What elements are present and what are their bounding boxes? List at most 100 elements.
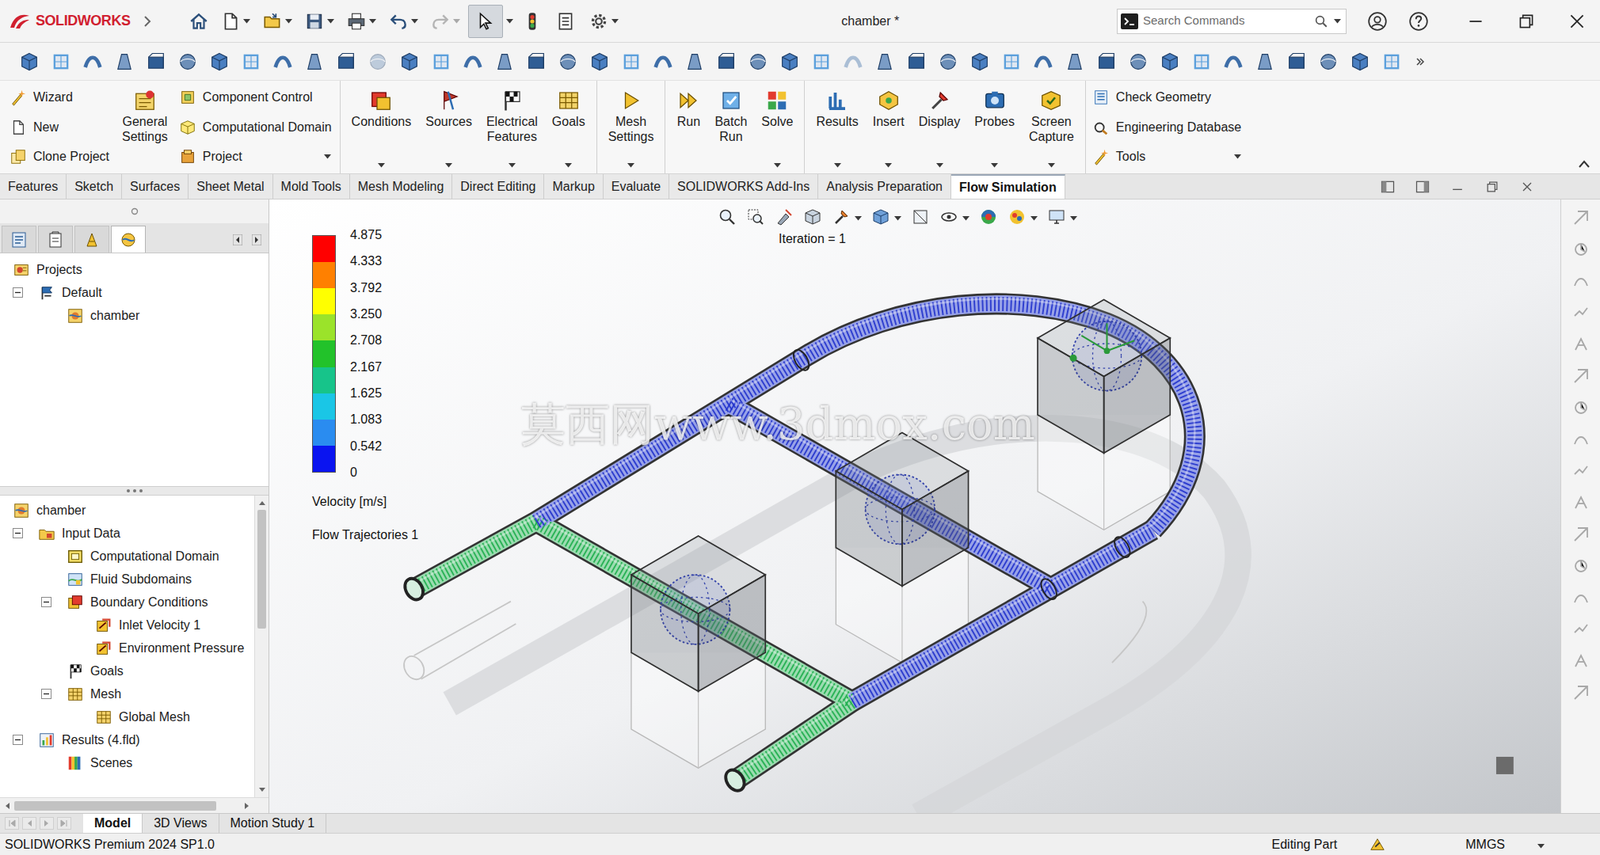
toolbar-tool-icon[interactable] <box>1379 49 1404 74</box>
task-pane-tool-icon[interactable] <box>1570 619 1592 640</box>
dropdown-arrow-icon[interactable] <box>833 162 842 169</box>
ribbon-button-label[interactable]: Run <box>677 114 701 130</box>
manager-tab[interactable] <box>1 225 37 253</box>
ribbon-command-icon[interactable] <box>556 88 581 113</box>
tree-item[interactable]: Mesh <box>0 682 255 706</box>
tree-item[interactable]: Computational Domain <box>0 544 255 568</box>
ribbon-button-label[interactable]: Screen Capture <box>1028 114 1075 145</box>
ribbon-button[interactable]: Probes <box>969 83 1020 171</box>
command-tab-label[interactable]: Sketch <box>74 177 114 197</box>
tree-item-label[interactable]: Computational Domain <box>90 547 220 567</box>
dropdown-arrow-icon[interactable] <box>884 162 893 169</box>
ribbon-command-icon[interactable] <box>133 88 157 113</box>
collapse-box-icon[interactable] <box>41 689 52 700</box>
ribbon-button[interactable]: Run <box>671 83 705 171</box>
dropdown-arrow-icon[interactable] <box>327 18 336 25</box>
feature-manager-icon[interactable] <box>9 230 29 250</box>
quick-access-button[interactable] <box>342 5 381 38</box>
graphics-area[interactable]: Iteration = 1莫西网www.3dmox.com4.8754.3333… <box>269 199 1561 814</box>
tab-scroll-icon[interactable] <box>57 817 72 831</box>
task-pane-tool-icon[interactable] <box>1570 587 1592 609</box>
quick-access-button[interactable] <box>550 5 581 38</box>
dropdown-arrow-icon[interactable] <box>506 18 515 25</box>
ribbon-button[interactable]: Insert <box>868 83 910 171</box>
ribbon-button[interactable]: Batch Run <box>709 83 752 171</box>
tree-item[interactable]: Input Data <box>0 521 255 545</box>
ribbon-button[interactable]: Goals <box>547 83 591 171</box>
ribbon-command-icon[interactable] <box>9 148 27 166</box>
task-pane-tool-icon[interactable] <box>1570 460 1592 482</box>
tree-item-label[interactable]: Environment Pressure <box>118 639 244 659</box>
splitter-grip-icon[interactable] <box>125 488 144 494</box>
open-folder-icon[interactable] <box>262 11 283 32</box>
scroll-tabs-left-icon[interactable] <box>232 233 244 247</box>
collapse-ribbon-icon[interactable] <box>1577 159 1591 169</box>
ribbon-button[interactable]: Tools <box>1092 144 1243 169</box>
redo-icon[interactable] <box>430 11 451 32</box>
toolbar-tool-icon[interactable] <box>587 49 612 74</box>
ribbon-command-icon[interactable] <box>179 118 197 137</box>
command-tab-label[interactable]: Flow Simulation <box>959 178 1057 198</box>
tree-item-label[interactable]: Global Mesh <box>118 708 191 728</box>
user-account-icon[interactable] <box>1367 11 1388 32</box>
ribbon-button-label[interactable]: Project <box>202 147 243 167</box>
rebuild-traffic-light-icon[interactable] <box>521 11 543 32</box>
ribbon-button[interactable]: Results <box>811 83 863 171</box>
toolbar-tool-icon[interactable] <box>904 49 929 74</box>
tree-item[interactable]: Results (4.fld) <box>0 728 255 752</box>
toolbar-tool-icon[interactable] <box>1126 49 1151 74</box>
dropdown-arrow-icon[interactable] <box>1536 843 1545 850</box>
dropdown-arrow-icon[interactable] <box>564 162 573 169</box>
viewport-restore-icon[interactable] <box>1484 179 1501 195</box>
toolbar-tool-icon[interactable] <box>714 49 739 74</box>
command-tab-label[interactable]: Features <box>7 177 58 197</box>
toolbar-tool-icon[interactable] <box>777 49 802 74</box>
ribbon-command-icon[interactable] <box>1092 118 1110 137</box>
toolbar-tool-icon[interactable] <box>397 49 422 74</box>
help-icon[interactable] <box>1408 11 1429 32</box>
toolbar-tool-icon[interactable] <box>1189 49 1214 74</box>
dropdown-arrow-icon[interactable] <box>893 215 902 222</box>
task-pane-tool-icon[interactable] <box>1570 334 1592 355</box>
flow-analysis-tree-icon[interactable] <box>118 230 138 250</box>
toolbar-tool-icon[interactable] <box>651 49 675 74</box>
dropdown-arrow-icon[interactable] <box>323 153 332 160</box>
pin-icon[interactable] <box>130 207 139 216</box>
toolbar-tool-icon[interactable] <box>144 49 168 74</box>
toolbar-tool-icon[interactable] <box>49 49 73 74</box>
dropdown-arrow-icon[interactable] <box>411 18 420 25</box>
view-tool-icon[interactable] <box>717 207 737 227</box>
ribbon-button-label[interactable]: Component Control <box>202 87 313 107</box>
dropdown-arrow-icon[interactable] <box>627 162 636 169</box>
dropdown-arrow-icon[interactable] <box>935 162 944 169</box>
app-logo[interactable]: SOLIDWORKS <box>7 10 131 32</box>
dropdown-arrow-icon[interactable] <box>445 162 454 169</box>
toolbar-tool-icon[interactable] <box>112 49 137 74</box>
ribbon-button[interactable]: Mesh Settings <box>603 83 660 171</box>
ribbon-command-icon[interactable] <box>676 88 701 113</box>
ribbon-button-label[interactable]: Tools <box>1116 147 1146 167</box>
command-tab-label[interactable]: Mesh Modeling <box>358 177 445 197</box>
tile-left-icon[interactable] <box>1379 179 1396 195</box>
ribbon-command-icon[interactable] <box>765 88 789 113</box>
ribbon-command-icon[interactable] <box>982 88 1007 113</box>
ribbon-command-icon[interactable] <box>437 88 461 113</box>
new-document-icon[interactable] <box>220 11 241 32</box>
dropdown-arrow-icon[interactable] <box>1333 18 1341 25</box>
cursor-arrow-icon[interactable] <box>475 11 496 32</box>
quick-access-button[interactable] <box>258 5 298 38</box>
dropdown-arrow-icon[interactable] <box>773 162 781 169</box>
minimize-icon[interactable] <box>1465 11 1486 32</box>
quick-access-button[interactable] <box>300 5 340 38</box>
ribbon-command-icon[interactable] <box>179 88 197 107</box>
tree-item[interactable]: Environment Pressure <box>0 636 255 660</box>
ribbon-button-label[interactable]: Sources <box>425 114 473 130</box>
toolbar-tool-icon[interactable] <box>239 49 263 74</box>
ribbon-button[interactable]: Electrical Features <box>481 83 543 171</box>
color-legend[interactable]: 4.8754.3333.7923.2502.7082.1671.6251.083… <box>312 235 487 568</box>
property-manager-icon[interactable] <box>45 230 65 250</box>
scroll-thumb[interactable] <box>257 510 267 629</box>
ribbon-command-icon[interactable] <box>369 88 393 113</box>
toolbar-tool-icon[interactable] <box>460 49 485 74</box>
command-tab[interactable]: Analysis Preparation <box>818 174 952 199</box>
